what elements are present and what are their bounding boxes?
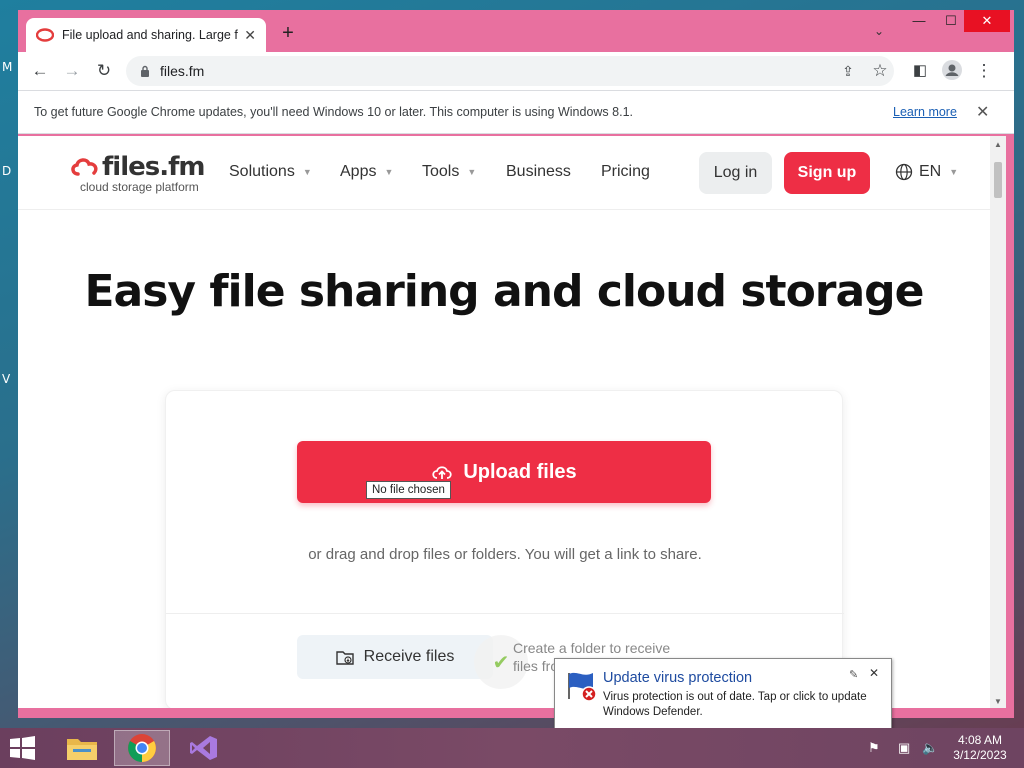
- chevron-down-icon: ▼: [467, 167, 477, 177]
- file-explorer-taskbar-button[interactable]: [54, 730, 110, 766]
- scroll-up-icon[interactable]: ▲: [994, 140, 1002, 149]
- notification-title: Update virus protection: [603, 670, 753, 686]
- action-center-warning-icon[interactable]: ⚑: [868, 740, 880, 756]
- infobar-close-icon[interactable]: ✕: [976, 102, 989, 122]
- upload-files-label: Upload files: [463, 460, 577, 483]
- site-header: files.fm cloud storage platform Solution…: [18, 136, 990, 210]
- nav-item-tools[interactable]: Tools ▼: [422, 163, 476, 181]
- browser-tab[interactable]: File upload and sharing. Large fil ✕: [26, 18, 266, 52]
- card-divider: [166, 613, 844, 614]
- pin-icon[interactable]: ✎: [849, 668, 858, 681]
- files-fm-favicon-icon: [36, 28, 54, 42]
- back-arrow-icon[interactable]: ←: [28, 60, 52, 82]
- profile-avatar-icon[interactable]: [940, 60, 964, 82]
- address-bar[interactable]: files.fm: [126, 56, 894, 86]
- clock-time: 4:08 AM: [957, 733, 1003, 747]
- files-fm-logo[interactable]: files.fm cloud storage platform: [70, 152, 206, 194]
- tab-strip: File upload and sharing. Large fil ✕ + ⌄…: [18, 10, 1014, 52]
- desktop-icon-label[interactable]: M: [2, 60, 12, 74]
- url-text[interactable]: files.fm: [160, 63, 204, 79]
- nav-label: Tools: [422, 163, 460, 180]
- language-selector[interactable]: EN ▼: [895, 163, 958, 181]
- desktop-icon-label[interactable]: V: [2, 372, 10, 386]
- chevron-down-icon: ▼: [302, 167, 312, 177]
- logo-cloud-icon: [71, 158, 98, 176]
- maximize-button[interactable]: ☐: [934, 10, 968, 32]
- globe-icon: [895, 163, 913, 181]
- file-input-tooltip: No file chosen: [366, 481, 451, 499]
- nav-label: Pricing: [601, 163, 650, 180]
- infobar-message: To get future Google Chrome updates, you…: [34, 105, 633, 119]
- share-icon[interactable]: ⇪: [836, 60, 860, 82]
- nav-label: Apps: [340, 163, 377, 180]
- browser-toolbar: ← → ↻ files.fm ⇪ ☆ ◧ ⋮: [18, 52, 1014, 90]
- visual-studio-icon: [190, 736, 217, 760]
- logo-tagline: cloud storage platform: [80, 180, 199, 194]
- hero-title: Easy file sharing and cloud storage: [84, 266, 924, 317]
- page-viewport: files.fm cloud storage platform Solution…: [18, 136, 990, 708]
- desktop-icon-label[interactable]: D: [2, 164, 11, 178]
- defender-notification[interactable]: Update virus protection Virus protection…: [554, 658, 892, 730]
- windows-start-icon[interactable]: [8, 736, 38, 760]
- scroll-down-icon[interactable]: ▼: [994, 697, 1002, 706]
- chrome-window: File upload and sharing. Large fil ✕ + ⌄…: [18, 10, 1014, 718]
- signup-button[interactable]: Sign up: [784, 152, 870, 194]
- nav-label: Solutions: [229, 163, 295, 180]
- nav-item-apps[interactable]: Apps ▼: [340, 163, 393, 181]
- nav-item-solutions[interactable]: Solutions ▼: [229, 163, 312, 181]
- notification-close-icon[interactable]: ✕: [869, 666, 879, 680]
- network-icon[interactable]: ▣: [898, 740, 910, 756]
- clock-date: 3/12/2023: [953, 748, 1007, 762]
- login-button[interactable]: Log in: [699, 152, 772, 194]
- window-close-button[interactable]: ✕: [964, 10, 1010, 32]
- page-scrollbar[interactable]: ▲ ▼: [990, 136, 1006, 708]
- folder-icon: [67, 739, 97, 760]
- forward-arrow-icon[interactable]: →: [60, 60, 84, 82]
- receive-files-label: Receive files: [363, 648, 455, 665]
- defender-flag-icon: [568, 672, 597, 702]
- notification-body: Virus protection is out of date. Tap or …: [603, 691, 867, 718]
- chrome-taskbar-button[interactable]: [114, 730, 170, 766]
- reload-icon[interactable]: ↻: [92, 60, 116, 82]
- chevron-down-icon: ▼: [384, 167, 394, 177]
- nav-item-business[interactable]: Business: [506, 163, 571, 181]
- lock-icon: [141, 65, 149, 77]
- upload-files-button[interactable]: Upload files: [297, 441, 711, 503]
- new-tab-button[interactable]: +: [276, 22, 300, 46]
- drag-drop-hint: or drag and drop files or folders. You w…: [308, 546, 702, 563]
- tab-search-icon[interactable]: ⌄: [874, 24, 884, 38]
- logo-text: files.fm: [102, 152, 206, 182]
- receive-files-button[interactable]: Receive files: [297, 635, 493, 679]
- nav-label: Business: [506, 163, 571, 180]
- system-clock[interactable]: 4:08 AM 3/12/2023: [940, 733, 1020, 763]
- close-tab-icon[interactable]: ✕: [244, 27, 256, 44]
- tab-title: File upload and sharing. Large fil: [62, 28, 239, 42]
- side-panel-icon[interactable]: ◧: [908, 60, 932, 82]
- language-label: EN: [919, 163, 942, 180]
- learn-more-link[interactable]: Learn more: [893, 105, 957, 119]
- folder-receive-icon: [335, 651, 354, 665]
- cloud-upload-icon: [432, 466, 452, 479]
- chevron-down-icon: ▼: [949, 167, 959, 177]
- visual-studio-taskbar-button[interactable]: [176, 730, 232, 766]
- chrome-icon: [128, 734, 156, 762]
- update-infobar: To get future Google Chrome updates, you…: [18, 90, 1014, 134]
- minimize-button[interactable]: —: [902, 10, 936, 32]
- taskbar: ⚑ ▣ 🔈 4:08 AM 3/12/2023: [0, 728, 1024, 768]
- bookmark-star-icon[interactable]: ☆: [868, 60, 892, 82]
- volume-icon[interactable]: 🔈: [922, 740, 938, 756]
- scrollbar-thumb[interactable]: [994, 162, 1002, 198]
- chrome-menu-icon[interactable]: ⋮: [972, 60, 996, 82]
- nav-item-pricing[interactable]: Pricing: [601, 163, 650, 181]
